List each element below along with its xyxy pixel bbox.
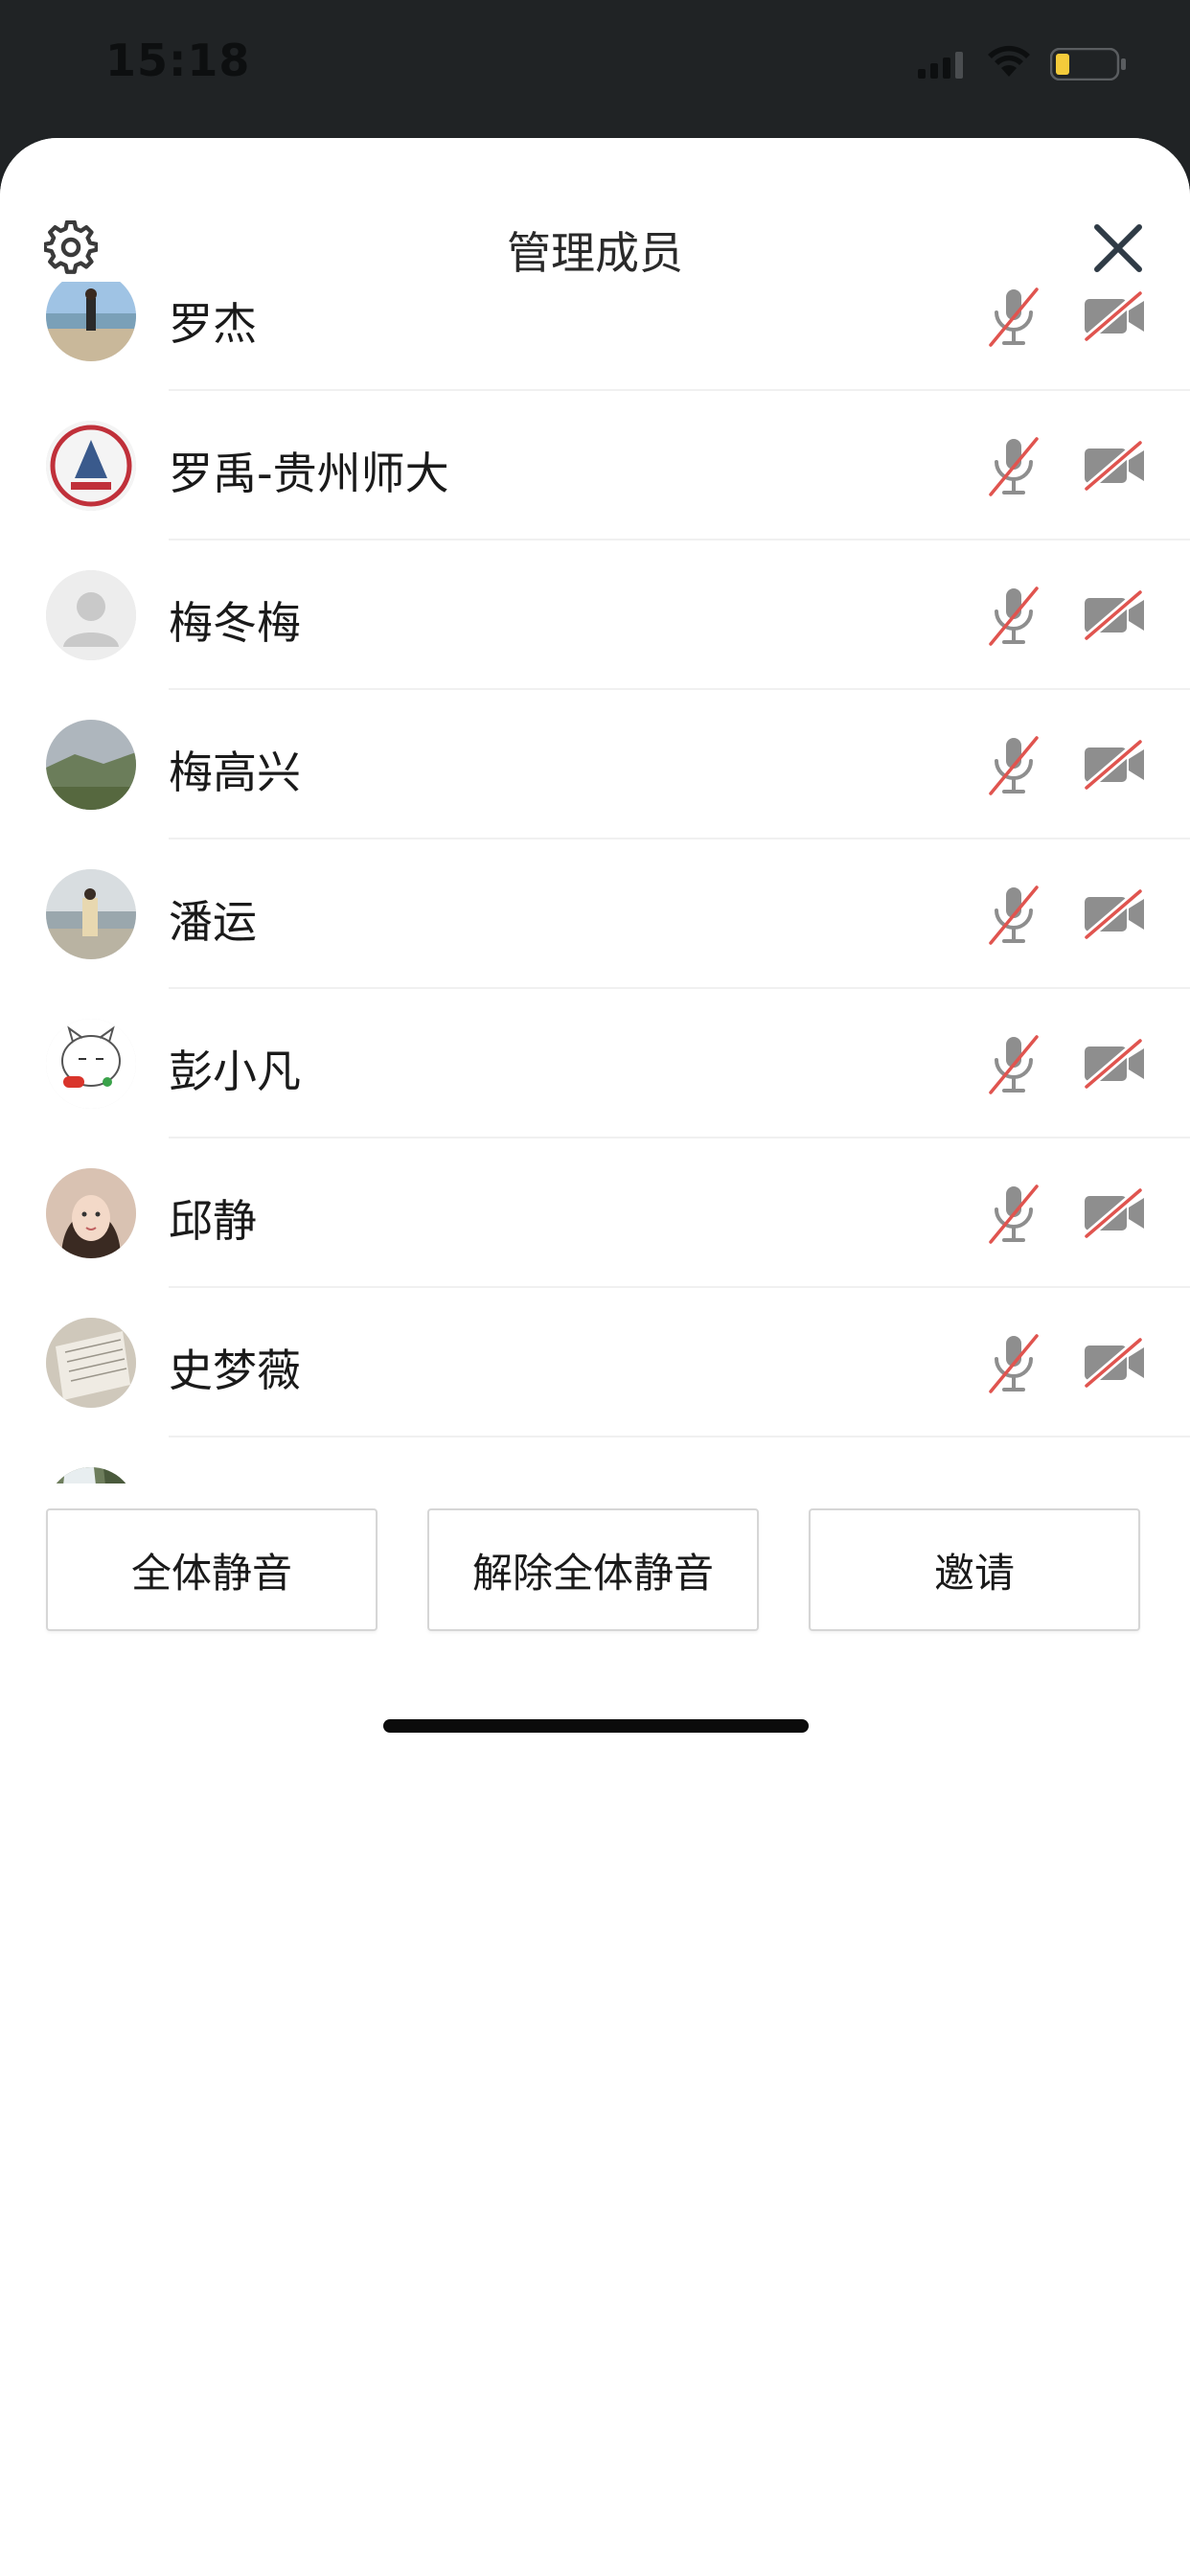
invite-button[interactable]: 邀请: [809, 1508, 1140, 1631]
camera-off-icon[interactable]: [1083, 441, 1146, 491]
camera-off-icon[interactable]: [1083, 1039, 1146, 1089]
status-bar: 15:18: [0, 0, 1190, 134]
member-name: 史梦薇: [169, 1345, 301, 1396]
avatar: [46, 570, 136, 660]
avatar: [46, 869, 136, 959]
member-name: 罗杰: [169, 298, 257, 350]
mic-muted-icon[interactable]: [987, 286, 1041, 349]
home-indicator: [383, 1719, 809, 1733]
mic-muted-icon[interactable]: [987, 435, 1041, 498]
mic-muted-icon[interactable]: [987, 1332, 1041, 1395]
close-icon[interactable]: [1092, 222, 1144, 274]
member-name: 潘运: [169, 896, 257, 948]
member-row[interactable]: 梅冬梅: [0, 540, 1190, 690]
unmute-all-button[interactable]: 解除全体静音: [427, 1508, 759, 1631]
member-row[interactable]: 彭小凡: [0, 989, 1190, 1138]
mic-muted-icon[interactable]: [987, 585, 1041, 648]
manage-members-sheet: 管理成员 罗杰罗禹-贵州师大梅冬梅梅高兴潘运彭小凡邱静史梦薇吴文峰许爽杨超杨世欣…: [0, 138, 1190, 2576]
member-list[interactable]: 罗杰罗禹-贵州师大梅冬梅梅高兴潘运彭小凡邱静史梦薇吴文峰许爽杨超杨世欣姚成奎尹天…: [0, 282, 1190, 1484]
member-row[interactable]: 吴文峰: [0, 1438, 1190, 1484]
member-row[interactable]: 罗杰: [0, 282, 1190, 391]
avatar: [46, 720, 136, 810]
mic-muted-icon[interactable]: [987, 884, 1041, 947]
sheet-header: 管理成员: [0, 138, 1190, 282]
mic-muted-icon[interactable]: [987, 1033, 1041, 1096]
member-name: 彭小凡: [169, 1046, 301, 1097]
camera-off-icon[interactable]: [1083, 740, 1146, 790]
member-row[interactable]: 罗禹-贵州师大: [0, 391, 1190, 540]
cellular-signal-icon: [918, 52, 963, 79]
avatar: [46, 421, 136, 511]
avatar: [46, 282, 136, 361]
avatar: [46, 1019, 136, 1109]
avatar: [46, 1467, 136, 1484]
status-time: 15:18: [105, 34, 251, 86]
camera-off-icon[interactable]: [1083, 1188, 1146, 1238]
member-row[interactable]: 史梦薇: [0, 1288, 1190, 1438]
member-name: 邱静: [169, 1195, 257, 1247]
member-row[interactable]: 潘运: [0, 840, 1190, 989]
camera-off-icon[interactable]: [1083, 889, 1146, 939]
avatar: [46, 1168, 136, 1258]
sheet-title: 管理成员: [507, 227, 683, 279]
camera-off-icon[interactable]: [1083, 1338, 1146, 1388]
mic-muted-icon[interactable]: [987, 734, 1041, 797]
member-name: 梅冬梅: [169, 597, 301, 649]
battery-icon: [1050, 48, 1126, 80]
member-row[interactable]: 梅高兴: [0, 690, 1190, 840]
member-name: 罗禹-贵州师大: [169, 448, 449, 499]
mute-all-button[interactable]: 全体静音: [46, 1508, 378, 1631]
member-name: 梅高兴: [169, 747, 301, 798]
camera-off-icon[interactable]: [1083, 291, 1146, 341]
bottom-action-bar: 全体静音 解除全体静音 邀请: [0, 1484, 1190, 2576]
member-row[interactable]: 邱静: [0, 1138, 1190, 1288]
mic-muted-icon[interactable]: [987, 1183, 1041, 1246]
camera-off-icon[interactable]: [1083, 590, 1146, 640]
avatar: [46, 1318, 136, 1408]
wifi-icon: [988, 45, 1030, 77]
